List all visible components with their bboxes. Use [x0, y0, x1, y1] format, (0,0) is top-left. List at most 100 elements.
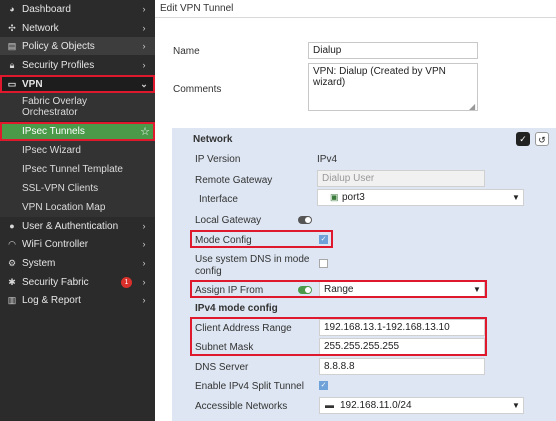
sidebar-item-security-profiles[interactable]: 🔒︎ Security Profiles › [0, 56, 155, 74]
comments-label: Comments [173, 84, 222, 95]
fabric-icon: ✱ [8, 276, 16, 287]
mode-config-checkbox[interactable]: ✓ [319, 235, 328, 244]
sidebar-item-network[interactable]: ✣ Network › [0, 19, 155, 37]
sidebar-item-dashboard[interactable]: ◕ Dashboard › [0, 0, 155, 18]
sidebar-subitem-label: Fabric Overlay [22, 96, 88, 107]
interface-value: port3 [342, 192, 365, 203]
network-heading: Network [193, 134, 233, 145]
dns-server-field[interactable]: 8.8.8.8 [319, 358, 485, 375]
sidebar-subitem-ssl-vpn-clients[interactable]: SSL-VPN Clients [0, 179, 155, 198]
chevron-right-icon: › [142, 41, 146, 51]
subnet-mask-field[interactable]: 255.255.255.255 [319, 338, 485, 355]
name-label: Name [173, 46, 200, 57]
chevron-down-icon: ▼ [473, 285, 481, 294]
sidebar-subitem-label: IPsec Tunnel Template [22, 164, 123, 175]
chevron-down-icon: ⌄ [140, 78, 148, 89]
sidebar-item-system[interactable]: ⚙ System › [0, 254, 155, 272]
address-icon: ▬ [325, 400, 334, 410]
page-title: Edit VPN Tunnel [155, 0, 556, 18]
sidebar-item-label: Security Fabric [22, 276, 89, 288]
network-icon: ✣ [8, 22, 16, 33]
sidebar-item-label: Dashboard [22, 3, 71, 15]
sidebar-item-label: Policy & Objects [22, 40, 95, 52]
lock-icon: 🔒︎ [9, 59, 15, 70]
gear-icon: ⚙ [7, 257, 17, 268]
user-icon: ● [9, 221, 15, 231]
chevron-down-icon: ▼ [512, 193, 520, 202]
ipv4-mode-config-heading: IPv4 mode config [195, 303, 278, 314]
chevron-right-icon: › [142, 277, 146, 287]
dashboard-icon: ◕ [9, 4, 15, 14]
monitor-icon: ▭ [7, 78, 17, 89]
sidebar-subitem-fabric-overlay[interactable]: Fabric Overlay Orchestrator [0, 93, 155, 121]
sidebar-item-label: Security Profiles [22, 59, 95, 71]
sidebar-item-user-auth[interactable]: ● User & Authentication › [0, 217, 155, 235]
wifi-icon: ◠ [8, 238, 16, 249]
sidebar-subitem-label: SSL-VPN Clients [22, 183, 99, 194]
chevron-right-icon: › [142, 23, 146, 33]
check-icon[interactable]: ✓ [516, 132, 530, 146]
local-gateway-label: Local Gateway [195, 215, 262, 226]
star-icon[interactable]: ☆ [140, 125, 150, 138]
ip-version-label: IP Version [195, 154, 241, 165]
sidebar-item-label: Network [22, 22, 59, 34]
port-icon: ▣ [330, 192, 339, 202]
sidebar-subitem-ipsec-tunnels[interactable]: IPsec Tunnels ☆ [0, 122, 155, 141]
notification-badge: 1 [121, 276, 132, 288]
chevron-right-icon: › [142, 4, 146, 14]
sidebar-subitem-ipsec-template[interactable]: IPsec Tunnel Template [0, 160, 155, 179]
dns-server-label: DNS Server [195, 362, 249, 373]
sidebar-subitem-label: Orchestrator [22, 107, 78, 118]
chart-icon: ▥ [7, 294, 17, 305]
chevron-right-icon: › [142, 60, 146, 70]
mode-config-label: Mode Config [195, 235, 252, 246]
main-content: Edit VPN Tunnel Name Dialup Comments VPN… [155, 0, 556, 421]
remote-gateway-select[interactable]: Dialup User [317, 170, 485, 187]
policy-icon: ▤ [7, 40, 17, 51]
sidebar-subitem-ipsec-wizard[interactable]: IPsec Wizard [0, 141, 155, 160]
use-system-dns-checkbox[interactable] [319, 259, 328, 268]
refresh-icon[interactable]: ↺ [535, 132, 549, 146]
sidebar-subitem-label: IPsec Wizard [22, 145, 81, 156]
chevron-right-icon: › [142, 221, 146, 231]
local-gateway-toggle[interactable] [298, 216, 312, 224]
assign-ip-label: Assign IP From [195, 285, 264, 296]
chevron-down-icon: ▼ [512, 401, 520, 410]
sidebar: ◕ Dashboard › ✣ Network › ▤ Policy & Obj… [0, 0, 155, 421]
sidebar-item-vpn[interactable]: ▭ VPN ⌄ [0, 75, 155, 93]
sidebar-item-security-fabric[interactable]: ✱ Security Fabric 1 › [0, 273, 155, 291]
use-system-dns-label-2: config [195, 266, 222, 277]
sidebar-item-label: System [22, 257, 56, 269]
sidebar-subitem-label: IPsec Tunnels [22, 126, 85, 137]
ip-version-value: IPv4 [317, 154, 338, 165]
assign-ip-select[interactable]: Range [319, 281, 485, 298]
remote-gateway-label: Remote Gateway [195, 175, 273, 186]
sidebar-item-wifi[interactable]: ◠ WiFi Controller › [0, 235, 155, 253]
sidebar-subitem-label: VPN Location Map [22, 202, 106, 213]
sidebar-item-label: Log & Report [22, 294, 81, 306]
client-range-field[interactable]: 192.168.13.1-192.168.13.10 [319, 319, 485, 336]
resize-handle-icon[interactable]: ◢ [469, 102, 475, 111]
name-field[interactable]: Dialup [308, 42, 478, 59]
sidebar-item-label: VPN [22, 78, 43, 90]
split-tunnel-checkbox[interactable]: ✓ [319, 381, 328, 390]
chevron-right-icon: › [142, 239, 146, 249]
interface-label: Interface [199, 194, 238, 205]
sidebar-item-policy-objects[interactable]: ▤ Policy & Objects › [0, 37, 155, 55]
split-tunnel-label: Enable IPv4 Split Tunnel [195, 381, 304, 392]
accessible-networks-select[interactable]: 192.168.11.0/24 [319, 397, 524, 414]
use-system-dns-label: Use system DNS in mode [195, 254, 310, 265]
sidebar-item-label: User & Authentication [22, 220, 119, 232]
chevron-right-icon: › [142, 295, 146, 305]
assign-ip-toggle[interactable] [298, 286, 312, 294]
sidebar-item-log-report[interactable]: ▥ Log & Report › [0, 291, 155, 309]
subnet-mask-label: Subnet Mask [195, 342, 254, 353]
chevron-right-icon: › [142, 258, 146, 268]
client-range-label: Client Address Range [195, 323, 292, 334]
sidebar-subitem-vpn-location-map[interactable]: VPN Location Map [0, 198, 155, 217]
accessible-networks-label: Accessible Networks [195, 401, 288, 412]
accessible-networks-value: 192.168.11.0/24 [340, 400, 412, 411]
sidebar-item-label: WiFi Controller [22, 238, 89, 250]
comments-field[interactable]: VPN: Dialup (Created by VPN wizard) [308, 63, 478, 111]
interface-select[interactable]: port3 [317, 189, 524, 206]
